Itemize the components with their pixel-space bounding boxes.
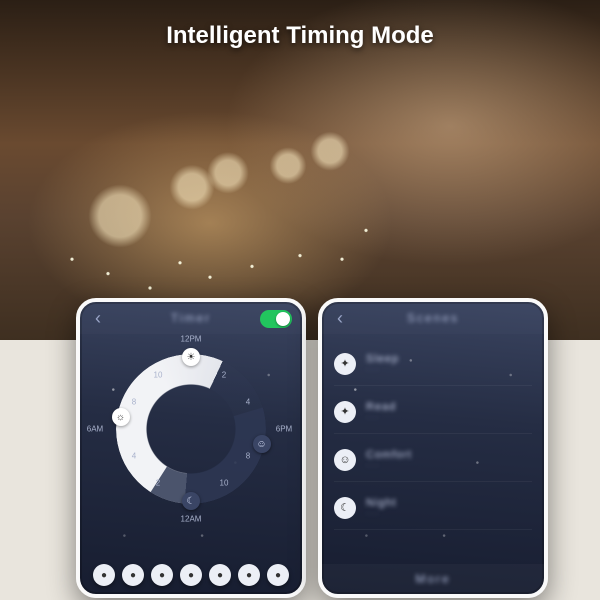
scene-sub: · · ·: [366, 365, 532, 374]
scene-item[interactable]: ☾ Night· · ·: [334, 486, 532, 530]
back-icon[interactable]: ‹: [328, 302, 352, 334]
scenes-footer[interactable]: More: [322, 564, 544, 594]
scene-item[interactable]: ✦ Read· · ·: [334, 390, 532, 434]
scene-sub: · · ·: [366, 461, 532, 470]
sunrise-icon[interactable]: ☼: [112, 408, 130, 426]
dial-tick: 10: [220, 479, 229, 488]
scene-icon: ✦: [334, 401, 356, 423]
preset-button[interactable]: ●: [238, 564, 260, 586]
scene-sub: · · ·: [366, 413, 532, 422]
dial-tick: 2: [222, 371, 226, 380]
preset-button[interactable]: ●: [209, 564, 231, 586]
dial-label-left: 6AM: [87, 425, 103, 434]
moon-icon[interactable]: ☾: [182, 492, 200, 510]
scene-label: Night: [366, 497, 532, 509]
preset-button[interactable]: ●: [122, 564, 144, 586]
time-dial[interactable]: ☀ ☺ ☾ ☼ 12PM 6PM 12AM 6AM 2 4 8 10 2 4 8…: [116, 354, 266, 504]
sun-icon[interactable]: ☀: [182, 348, 200, 366]
dial-tick: 10: [154, 371, 163, 380]
back-icon[interactable]: ‹: [86, 302, 110, 334]
phone-timer-title: Timer: [171, 311, 211, 325]
dial-tick: 8: [246, 452, 250, 461]
dial-label-bottom: 12AM: [181, 515, 202, 524]
dial-tick: 8: [132, 398, 136, 407]
preset-button[interactable]: ●: [151, 564, 173, 586]
timer-toggle[interactable]: [260, 310, 292, 328]
phone-timer-topbar: ‹ Timer: [80, 302, 302, 334]
dial-tick: 4: [246, 398, 250, 407]
smile-icon[interactable]: ☺: [253, 435, 271, 453]
scene-list: ✦Sleep· · ·✦Read· · ·☺Comfort· · ·☾Night…: [322, 334, 544, 530]
preset-button[interactable]: ●: [267, 564, 289, 586]
scene-icon: ☺: [334, 449, 356, 471]
phone-timer: ‹ Timer ☀ ☺ ☾ ☼ 12PM 6PM 12AM 6AM 2 4 8 …: [76, 298, 306, 598]
scene-label: Read: [366, 401, 532, 413]
dial-label-top: 12PM: [181, 335, 202, 344]
scene-sub: · · ·: [366, 509, 532, 518]
preset-button[interactable]: ●: [93, 564, 115, 586]
scene-icon: ✦: [334, 353, 356, 375]
page-title: Intelligent Timing Mode: [0, 22, 600, 50]
dial-tick: 2: [156, 479, 160, 488]
scene-item[interactable]: ☺ Comfort· · ·: [334, 438, 532, 482]
phone-scenes-topbar: ‹ Scenes: [322, 302, 544, 334]
scenes-footer-label: More: [415, 572, 450, 586]
phone-scenes: ‹ Scenes ✦Sleep· · ·✦Read· · ·☺Comfort· …: [318, 298, 548, 598]
dial-tick: 4: [132, 452, 136, 461]
dial-label-right: 6PM: [276, 425, 292, 434]
scene-label: Sleep: [366, 353, 532, 365]
scene-icon: ☾: [334, 497, 356, 519]
scene-item[interactable]: ✦ Sleep· · ·: [334, 342, 532, 386]
phone-scenes-title: Scenes: [407, 311, 459, 325]
scene-label: Comfort: [366, 449, 532, 461]
preset-button[interactable]: ●: [180, 564, 202, 586]
preset-row: ● ● ● ● ● ● ●: [80, 564, 302, 586]
